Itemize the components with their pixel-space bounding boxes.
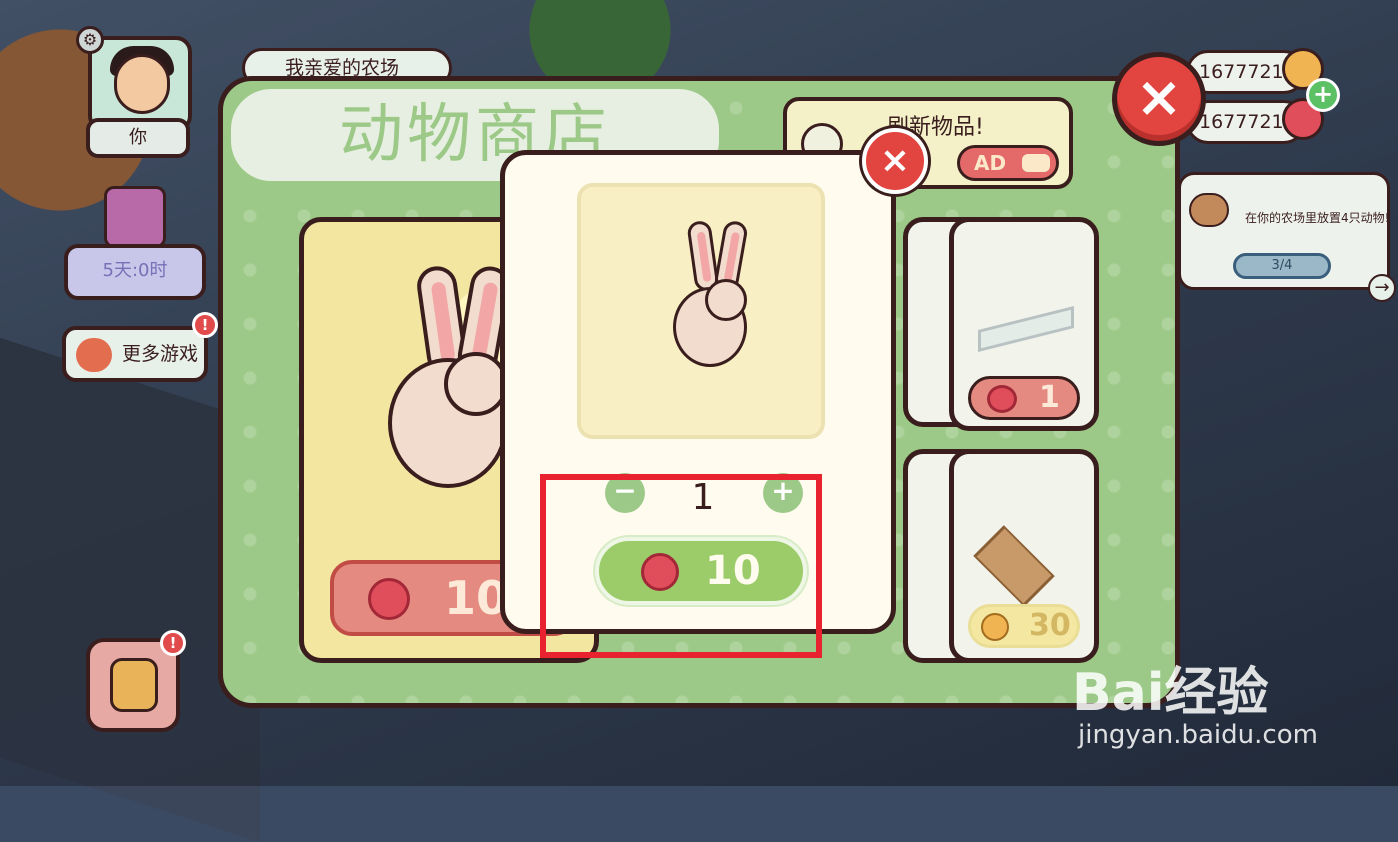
soil-tile-icon [973,525,1055,607]
play-icon [1022,154,1050,172]
more-games-button[interactable]: 更多游戏 [62,326,208,382]
fence-price-tag[interactable]: 1 [968,376,1080,420]
coin-amount: 16777215 [1199,61,1296,83]
watch-ad-button[interactable]: AD [957,145,1059,181]
backpack-icon [110,658,158,712]
ad-label: AD [974,151,1007,175]
gem-icon [987,385,1017,413]
soil-price: 30 [1029,608,1071,643]
gift-box-icon[interactable] [104,186,166,248]
featured-price: 10 [444,571,509,625]
rabbit-head [705,279,747,321]
fence-item-card[interactable]: 1 [949,217,1099,431]
rabbit-head [444,352,508,416]
watermark-url: jingyan.baidu.com [1078,720,1318,750]
add-currency-button[interactable]: + [1306,78,1340,112]
soil-price-tag[interactable]: 30 [968,604,1080,648]
watermark-brand: Bai经验 [1072,663,1269,723]
shell-icon [76,338,112,372]
gear-icon[interactable]: ⚙ [76,26,104,54]
pig-icon [1189,193,1229,227]
rabbit-ear-inner [696,231,712,283]
quest-next-arrow-icon[interactable]: → [1368,274,1396,302]
soil-item-card[interactable]: 30 [949,449,1099,663]
rabbit-ear-inner [723,231,741,283]
coin-icon [981,613,1009,641]
rabbit-ear-inner [470,281,499,363]
close-shop-button[interactable]: × [1112,52,1206,146]
rabbit-ear-inner [430,281,456,363]
fence-icon [978,306,1074,352]
quest-text: 在你的农场里放置4只动物! [1245,211,1390,225]
gem-amount: 16777215 [1199,111,1296,133]
alert-badge: ! [160,630,186,656]
highlight-box [540,474,822,658]
item-preview [577,183,825,439]
more-games-label: 更多游戏 [122,343,199,365]
event-timer: 5天:0时 [64,244,206,300]
avatar-face [114,54,170,114]
close-popup-button[interactable]: × [862,128,928,194]
quest-progress: 3/4 [1233,253,1331,279]
quest-panel[interactable]: 在你的农场里放置4只动物! 3/4 [1178,172,1390,290]
alert-badge: ! [192,312,218,338]
player-name: 你 [86,118,190,158]
gem-icon [368,578,410,620]
fence-price: 1 [1039,380,1060,415]
